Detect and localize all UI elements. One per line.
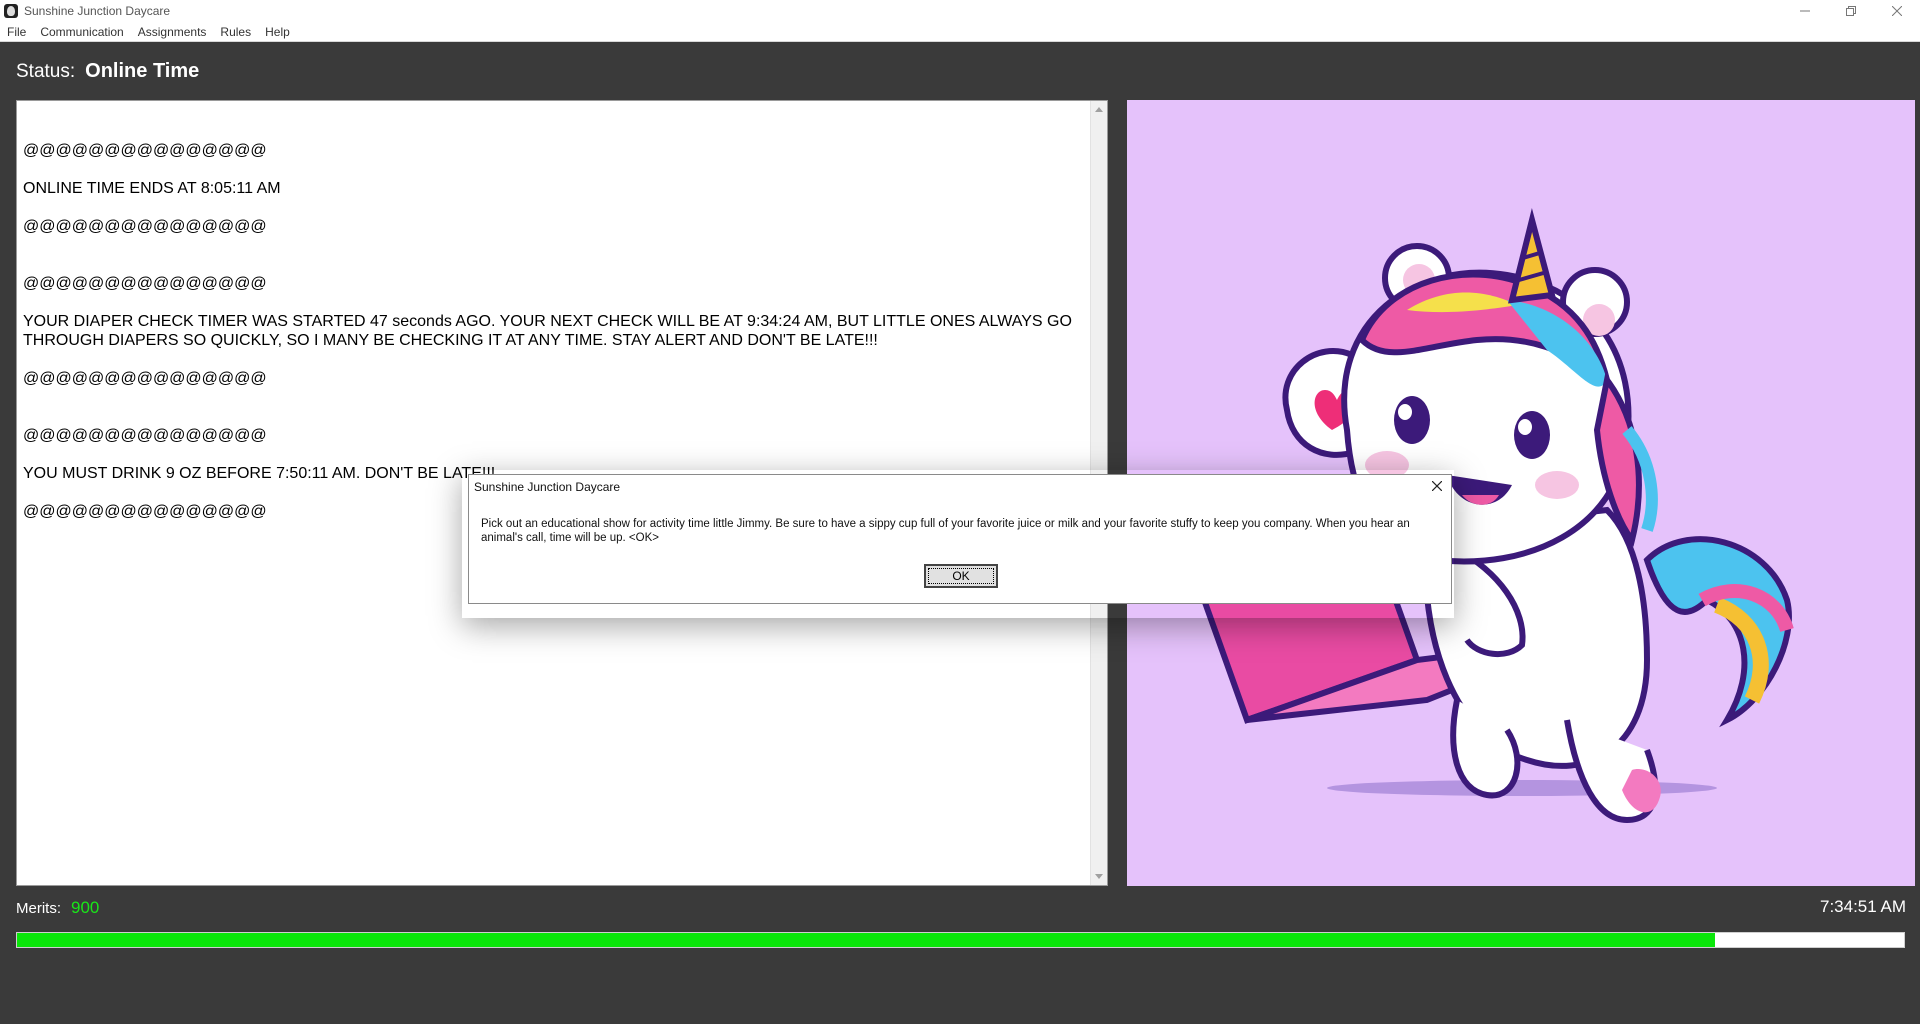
- message-line: @@@@@@@@@@@@@@@: [23, 370, 267, 387]
- app-silhouette-icon: [4, 4, 18, 18]
- restore-button[interactable]: [1828, 0, 1874, 22]
- message-line: [23, 160, 1085, 179]
- close-icon: [1892, 6, 1902, 16]
- dialog-close-button[interactable]: [1429, 478, 1445, 494]
- message-line: YOUR DIAPER CHECK TIMER WAS STARTED 47 s…: [23, 313, 1077, 349]
- merits-row: Merits: 900: [16, 898, 99, 918]
- progress-bar: [16, 932, 1905, 948]
- message-line: @@@@@@@@@@@@@@@: [23, 275, 267, 292]
- merits-value: 900: [71, 898, 100, 917]
- message-line: [23, 407, 1085, 426]
- message-line: @@@@@@@@@@@@@@@: [23, 427, 267, 444]
- status-label: Status:: [16, 61, 76, 82]
- close-button[interactable]: [1874, 0, 1920, 22]
- menu-bar: File Communication Assignments Rules Hel…: [0, 22, 1920, 42]
- scroll-up-icon[interactable]: [1095, 107, 1103, 112]
- menu-communication[interactable]: Communication: [33, 22, 130, 42]
- progress-fill: [17, 933, 1716, 947]
- ok-button[interactable]: OK: [924, 564, 998, 588]
- message-line: [23, 445, 1085, 464]
- scroll-down-icon[interactable]: [1095, 874, 1103, 879]
- message-line: [23, 293, 1085, 312]
- menu-assignments[interactable]: Assignments: [131, 22, 214, 42]
- status-row: Status: Online Time: [16, 60, 199, 83]
- restore-icon: [1846, 6, 1856, 16]
- message-dialog: Sunshine Junction Daycare Pick out an ed…: [468, 474, 1452, 604]
- message-line: ONLINE TIME ENDS AT 8:05:11 AM: [23, 180, 281, 197]
- message-line: [23, 388, 1085, 407]
- clock: 7:34:51 AM: [1819, 897, 1906, 916]
- dialog-title: Sunshine Junction Daycare: [474, 480, 621, 494]
- message-line: [23, 236, 1085, 255]
- message-line: @@@@@@@@@@@@@@@: [23, 142, 267, 159]
- message-line: [23, 255, 1085, 274]
- message-line: @@@@@@@@@@@@@@@: [23, 218, 267, 235]
- message-line: [23, 198, 1085, 217]
- window-controls: [1782, 0, 1920, 22]
- menu-rules[interactable]: Rules: [213, 22, 258, 42]
- minimize-button[interactable]: [1782, 0, 1828, 22]
- message-line: [23, 350, 1085, 369]
- dialog-message: Pick out an educational show for activit…: [481, 518, 1410, 544]
- close-icon: [1432, 481, 1442, 491]
- merits-label: Merits:: [16, 900, 61, 917]
- minimize-icon: [1800, 10, 1810, 12]
- menu-file[interactable]: File: [0, 22, 33, 42]
- menu-help[interactable]: Help: [258, 22, 297, 42]
- title-bar: Sunshine Junction Daycare: [0, 0, 1920, 22]
- window-title: Sunshine Junction Daycare: [24, 4, 171, 18]
- status-value: Online Time: [85, 60, 200, 82]
